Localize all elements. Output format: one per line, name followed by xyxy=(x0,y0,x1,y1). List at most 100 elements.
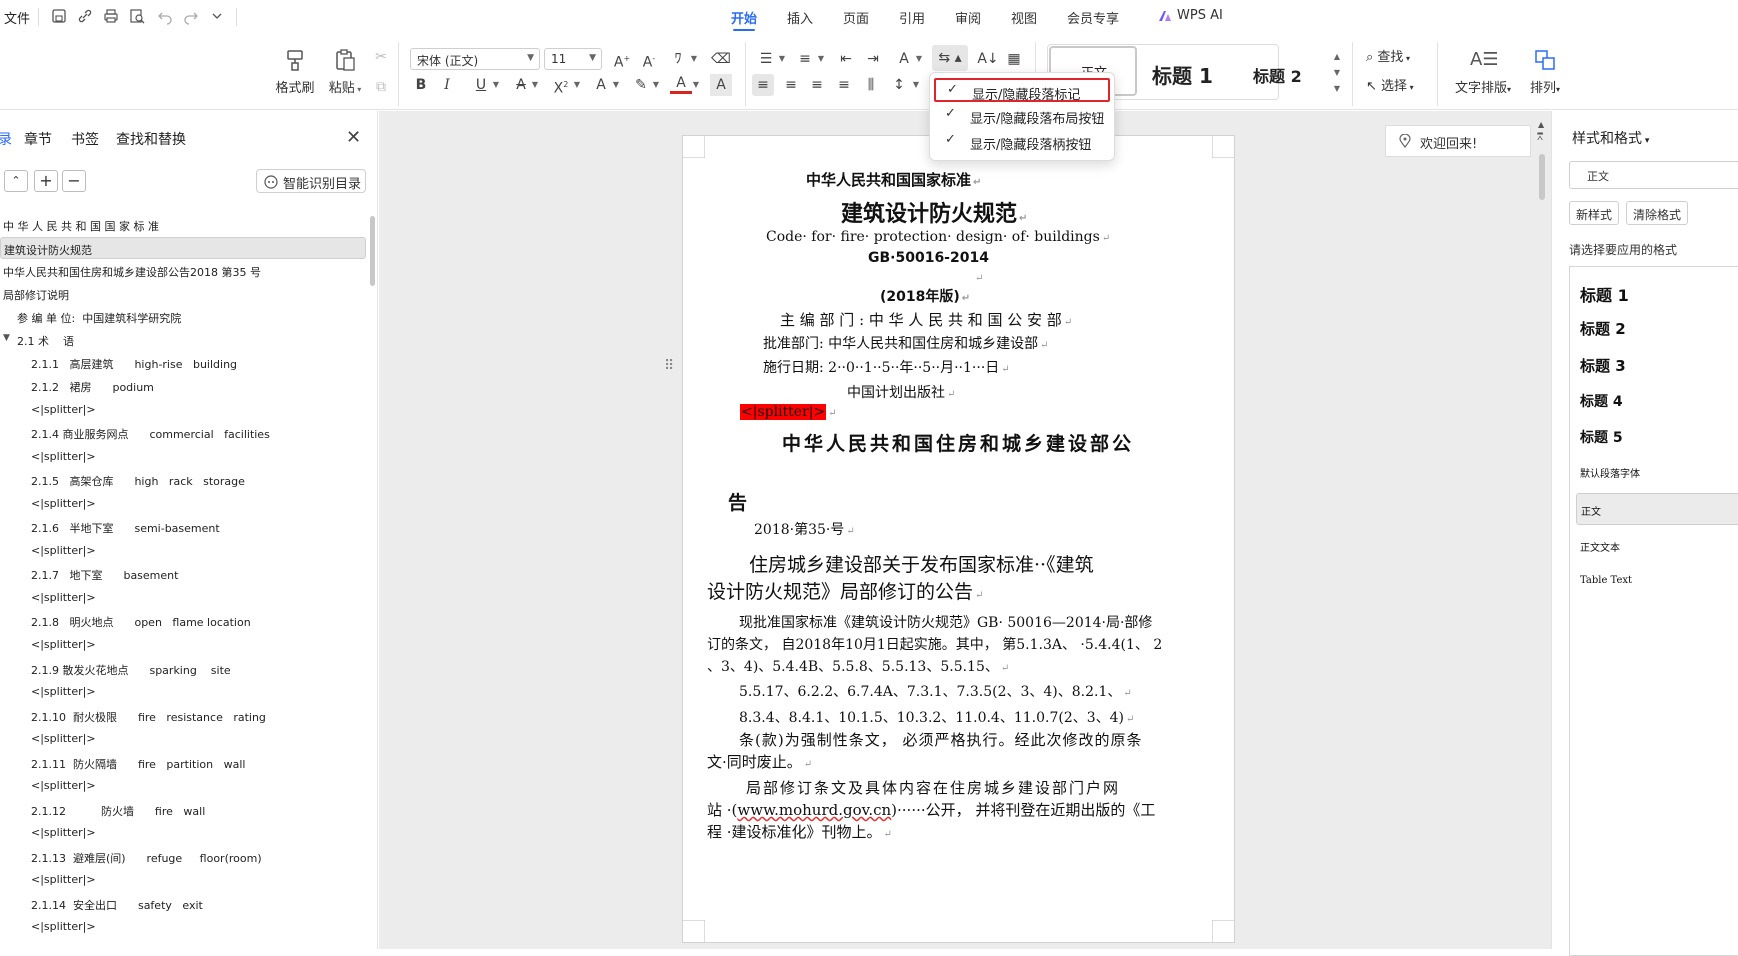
sort-icon[interactable]: A↓ xyxy=(977,48,999,70)
toc-scrollbar[interactable] xyxy=(370,216,375,286)
chevron-down-icon[interactable]: ▼ xyxy=(652,74,660,96)
menu-item-toggle-handle-buttons[interactable]: ✓ 显示/隐藏段落柄按钮 xyxy=(934,130,1110,154)
paragraph-mark-toggle-icon[interactable]: ⇆ ▴ xyxy=(932,45,968,71)
numbered-list-icon[interactable]: ≡ xyxy=(794,48,816,70)
doc-link[interactable]: www.mohurd.gov.cn xyxy=(737,801,891,819)
link-icon[interactable] xyxy=(76,7,96,27)
toc-item-selected[interactable]: 建筑设计防火规范 xyxy=(0,237,366,259)
tab-find-replace[interactable]: 查找和替换 xyxy=(116,129,186,149)
redo-icon[interactable] xyxy=(182,7,202,27)
remove-button[interactable]: − xyxy=(62,170,86,192)
document-scrollbar[interactable]: ▲ ⩞ xyxy=(1536,120,1548,949)
justify-icon[interactable]: ≡ xyxy=(833,74,855,96)
promote-button[interactable]: ⌃ xyxy=(4,170,28,192)
shrink-font-icon[interactable]: A- xyxy=(638,48,660,71)
chevron-down-icon[interactable]: ▼ xyxy=(690,48,698,70)
tab-review[interactable]: 审阅 xyxy=(955,8,981,27)
bullet-list-icon[interactable]: ☰ xyxy=(755,48,777,70)
chevron-down-icon[interactable]: ▼ xyxy=(492,74,500,96)
font-size-select[interactable]: 11 ▼ xyxy=(544,48,602,70)
tab-chapters[interactable]: 章节 xyxy=(24,129,52,149)
format-painter-button[interactable]: 格式刷 xyxy=(272,47,318,96)
increase-indent-icon[interactable]: ⇥ xyxy=(862,48,884,70)
close-icon[interactable]: ✕ xyxy=(346,127,361,148)
chevron-down-icon[interactable]: ▼ xyxy=(817,48,825,70)
clear-format-button[interactable]: 清除格式 xyxy=(1626,201,1689,225)
chevron-down-icon[interactable]: ▼ xyxy=(612,74,620,96)
select-button[interactable]: ↖ 选择 ▾ xyxy=(1366,75,1414,94)
find-button[interactable]: ⌕ 查找 ▾ xyxy=(1366,46,1410,65)
drag-handle-icon[interactable]: ⠿ xyxy=(664,358,674,374)
tab-page[interactable]: 页面 xyxy=(843,8,869,27)
tab-home[interactable]: 开始 xyxy=(731,8,757,31)
align-right-icon[interactable]: ≡ xyxy=(806,74,828,96)
style-list-item[interactable]: Table Text xyxy=(1580,575,1632,586)
style-list-item[interactable]: 标题 1 xyxy=(1580,282,1629,306)
font-name-select[interactable]: 宋体 (正文) ▼ xyxy=(410,48,540,70)
document-page[interactable]: 中华人民共和国国家标准 ↵ 建筑设计防火规范 ↵ Code· for· fire· … xyxy=(682,135,1235,943)
tab-wps-ai[interactable]: WPS AI xyxy=(1177,8,1223,23)
scroll-top-icon[interactable]: ⩞ xyxy=(1537,132,1543,143)
chevron-down-icon[interactable]: ▼ xyxy=(915,48,923,70)
smart-toc-button[interactable]: 智能识别目录 xyxy=(256,169,366,193)
grow-font-icon[interactable]: A+ xyxy=(611,48,633,71)
welcome-banner[interactable]: 欢迎回来! xyxy=(1385,125,1531,157)
chevron-down-icon[interactable]: ▼ xyxy=(531,74,539,96)
chevron-down-icon[interactable]: ▼ xyxy=(692,74,700,96)
style-heading-2[interactable]: 标题 2 xyxy=(1253,46,1302,96)
scroll-thumb[interactable] xyxy=(1539,154,1545,200)
chevron-down-icon[interactable]: ▼ xyxy=(912,74,920,96)
text-direction-icon[interactable]: A xyxy=(893,48,915,70)
style-list-item[interactable]: 默认段落字体 xyxy=(1580,465,1640,480)
menu-item-toggle-layout-buttons[interactable]: ✓ 显示/隐藏段落布局按钮 xyxy=(934,104,1110,128)
font-color-icon[interactable]: A xyxy=(670,74,692,94)
menu-item-toggle-paragraph-marks[interactable]: ✓ 显示/隐藏段落标记 xyxy=(934,78,1110,103)
bold-icon[interactable]: B xyxy=(410,74,432,96)
tab-references[interactable]: 引用 xyxy=(899,8,925,27)
decrease-indent-icon[interactable]: ⇤ xyxy=(835,48,857,70)
underline-icon[interactable]: U xyxy=(470,74,492,96)
superscript-icon[interactable]: X2 xyxy=(550,74,572,97)
style-list-item[interactable]: 标题 5 xyxy=(1580,427,1623,447)
style-list-item[interactable]: 标题 3 xyxy=(1580,355,1626,376)
tab-view[interactable]: 视图 xyxy=(1011,8,1037,27)
highlight-icon[interactable]: ✎ xyxy=(630,74,652,96)
tab-toc[interactable]: 录 xyxy=(0,129,12,149)
save-icon[interactable] xyxy=(50,7,70,27)
arrange-button[interactable]: 排列▾ xyxy=(1522,47,1568,96)
paste-button[interactable]: 粘贴 ▾ xyxy=(323,47,367,96)
current-style-field[interactable]: 正文 xyxy=(1569,161,1738,189)
print-icon[interactable] xyxy=(102,7,122,27)
style-list-item-selected[interactable]: 正文 xyxy=(1576,493,1738,525)
italic-icon[interactable]: I xyxy=(436,74,458,96)
chevron-down-icon[interactable]: ▼ xyxy=(573,74,581,96)
style-list-item[interactable]: 标题 4 xyxy=(1580,391,1623,411)
style-list-item[interactable]: 正文文本 xyxy=(1580,539,1620,554)
tab-member[interactable]: 会员专享 xyxy=(1067,8,1119,27)
copy-icon[interactable]: ⧉ xyxy=(370,76,392,98)
pinyin-icon[interactable]: ﾜ xyxy=(667,48,689,70)
scroll-up-icon[interactable]: ▲ xyxy=(1538,120,1544,129)
strikethrough-icon[interactable]: A xyxy=(510,74,532,96)
table-grid-icon[interactable]: ▦ xyxy=(1003,48,1025,70)
add-button[interactable]: + xyxy=(34,170,58,192)
char-shading-icon[interactable]: A xyxy=(710,74,732,96)
print-preview-icon[interactable] xyxy=(128,7,148,27)
text-effect-icon[interactable]: A xyxy=(590,74,612,96)
chevron-down-icon[interactable]: ▼ xyxy=(778,48,786,70)
undo-icon[interactable] xyxy=(156,7,176,27)
chevron-down-icon[interactable] xyxy=(208,7,228,27)
align-center-icon[interactable]: ≡ xyxy=(780,74,802,96)
tab-bookmarks[interactable]: 书签 xyxy=(71,129,99,149)
cut-icon[interactable]: ✂ xyxy=(370,46,392,68)
distributed-icon[interactable]: ⫼ xyxy=(860,74,882,96)
caret-down-icon[interactable]: ▼ xyxy=(3,333,10,343)
style-list-item[interactable]: 标题 2 xyxy=(1580,318,1626,339)
line-spacing-icon[interactable]: ↕ xyxy=(888,74,910,96)
expand-gallery-icon[interactable]: ▼ xyxy=(1332,78,1342,100)
file-menu[interactable]: 文件 xyxy=(4,8,30,27)
styles-panel-title[interactable]: 样式和格式 ▾ xyxy=(1572,128,1649,148)
style-heading-1[interactable]: 标题 1 xyxy=(1152,46,1213,96)
tab-insert[interactable]: 插入 xyxy=(787,8,813,27)
align-left-icon[interactable]: ≡ xyxy=(752,74,774,96)
